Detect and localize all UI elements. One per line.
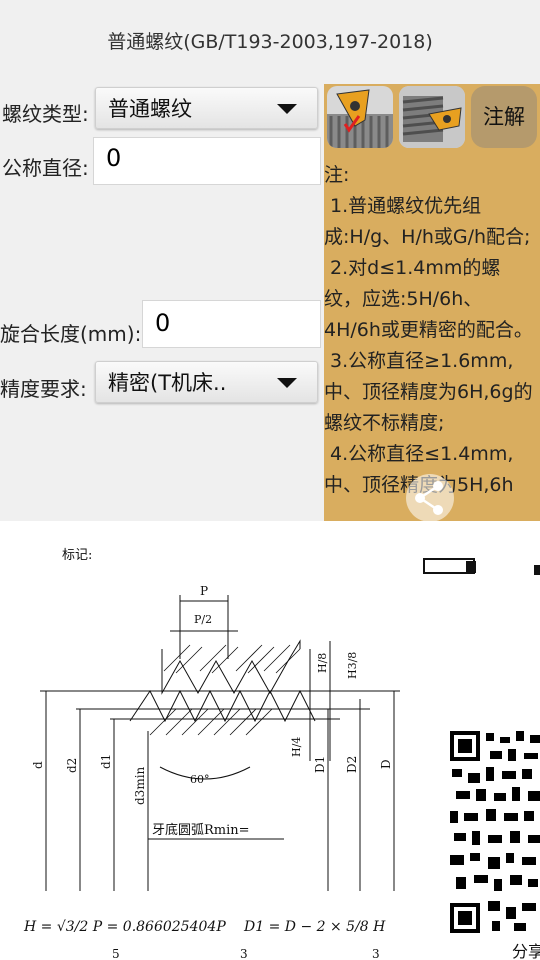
nominal-diameter-label: 公称直径: xyxy=(2,156,89,180)
dropdown-arrow-icon xyxy=(277,378,297,388)
monitor-icon[interactable] xyxy=(423,558,476,574)
threaded-rod-icon xyxy=(399,86,465,148)
root-arc-label: 牙底圆弧Rmin= xyxy=(152,822,250,838)
thread-type-select[interactable]: 普通螺纹 xyxy=(95,87,318,129)
formula-d1: D1 = D − 2 × 5/8 H xyxy=(243,919,386,935)
notes-panel: 注解 注: 1.普通螺纹优先组成:H/g、H/h或G/h配合; 2.对d≤1.4… xyxy=(324,84,540,521)
engagement-length-label: 旋合长度(mm): xyxy=(0,322,142,346)
qr-code xyxy=(446,727,540,933)
h38-label: H3/8 xyxy=(346,652,359,679)
formula-h: H = √3/2 P = 0.866025404P xyxy=(23,919,226,935)
d1-label: d1 xyxy=(99,754,113,769)
bottom-num-1: 5 xyxy=(112,947,120,960)
angle-label: 60° xyxy=(190,773,210,786)
precision-select[interactable]: 精密(T机床.. xyxy=(95,361,318,403)
d2-label: d2 xyxy=(65,758,79,773)
page-title: 普通螺纹(GB/T193-2003,197-2018) xyxy=(107,31,433,53)
nominal-diameter-input[interactable]: 0 xyxy=(93,137,321,185)
dropdown-arrow-icon xyxy=(277,104,297,114)
pitch-label: P xyxy=(200,584,208,598)
thread-type-label: 螺纹类型: xyxy=(2,102,89,126)
thread-type-value: 普通螺纹 xyxy=(108,97,192,121)
precision-value: 精密(T机床.. xyxy=(108,371,227,395)
precision-label: 精度要求: xyxy=(0,377,87,401)
d-label: d xyxy=(31,761,45,769)
share-icon xyxy=(415,481,443,515)
external-thread-tool-button[interactable] xyxy=(327,86,393,148)
d3min-label: d3min xyxy=(133,766,147,805)
D1-label: D1 xyxy=(313,756,327,773)
notes-text: 注: 1.普通螺纹优先组成:H/g、H/h或G/h配合; 2.对d≤1.4mm的… xyxy=(324,164,533,496)
thread-diagram-area: 标记: P P/2 d d2 d1 d3min D1 D2 D H/8 H3/8… xyxy=(0,521,540,960)
share-button[interactable] xyxy=(406,474,454,522)
D-label: D xyxy=(379,759,393,769)
side-marker xyxy=(534,565,540,575)
D2-label: D2 xyxy=(345,756,359,773)
h8-label: H/8 xyxy=(316,653,329,673)
bottom-num-2: 3 xyxy=(240,947,248,960)
h4-label: H/4 xyxy=(290,737,303,757)
share-label: 分享 xyxy=(512,942,540,960)
cutting-tool-icon xyxy=(327,89,393,148)
internal-thread-tool-button[interactable] xyxy=(399,86,465,148)
engagement-length-input[interactable]: 0 xyxy=(142,300,321,348)
mark-label: 标记: xyxy=(62,548,92,563)
annotation-button[interactable]: 注解 xyxy=(471,86,537,148)
half-pitch-label: P/2 xyxy=(194,613,212,626)
bottom-num-3: 3 xyxy=(372,947,380,960)
